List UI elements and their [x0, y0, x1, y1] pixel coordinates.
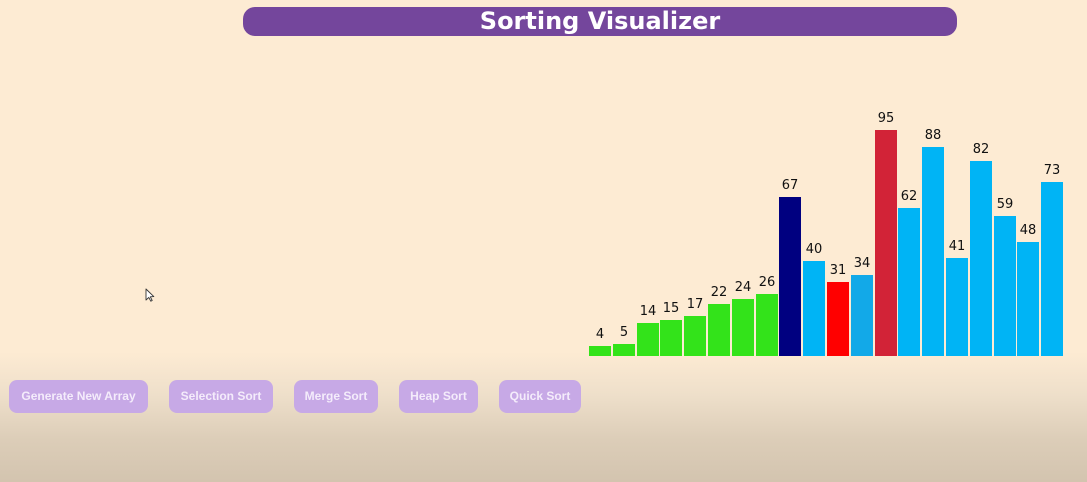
array-bar-value: 5: [619, 325, 629, 340]
array-bar: [946, 258, 968, 356]
heap-sort-button[interactable]: Heap Sort: [399, 380, 478, 413]
array-bar: [637, 323, 659, 356]
array-bar: [684, 316, 706, 356]
array-bar: [922, 147, 944, 356]
array-bar-value: 59: [996, 197, 1014, 212]
array-bar: [660, 320, 682, 356]
array-bar-value: 34: [853, 256, 871, 271]
array-bar: [827, 282, 849, 356]
array-bar-value: 62: [900, 189, 918, 204]
array-bar-value: 73: [1043, 163, 1061, 178]
array-bar-value: 48: [1019, 223, 1037, 238]
array-bar: [851, 275, 873, 356]
array-bar: [898, 208, 920, 356]
array-bar-value: 95: [877, 111, 895, 126]
array-bar: [589, 346, 611, 356]
array-bar: [803, 261, 825, 356]
array-bar: [708, 304, 730, 356]
quick-sort-button[interactable]: Quick Sort: [499, 380, 581, 413]
array-bar-value: 41: [948, 239, 966, 254]
array-bars-container: 4 5 14 15 17 22 24 26 67 40 31 34 95 62 88 41 82 59 48 73: [0, 0, 1087, 360]
array-bar: [875, 130, 897, 356]
array-bar: [779, 197, 801, 356]
array-bar-value: 40: [805, 242, 823, 257]
array-bar: [613, 344, 635, 356]
array-bar-value: 82: [972, 142, 990, 157]
array-bar: [732, 299, 754, 356]
array-bar: [1017, 242, 1039, 356]
array-bar: [756, 294, 778, 356]
array-bar: [970, 161, 992, 356]
generate-new-array-button[interactable]: Generate New Array: [9, 380, 148, 413]
array-bar-value: 67: [781, 178, 799, 193]
array-bar-value: 88: [924, 128, 942, 143]
array-bar-value: 26: [758, 275, 776, 290]
merge-sort-button[interactable]: Merge Sort: [294, 380, 378, 413]
array-bar: [1041, 182, 1063, 356]
mouse-pointer-icon: [145, 288, 155, 302]
selection-sort-button[interactable]: Selection Sort: [169, 380, 273, 413]
